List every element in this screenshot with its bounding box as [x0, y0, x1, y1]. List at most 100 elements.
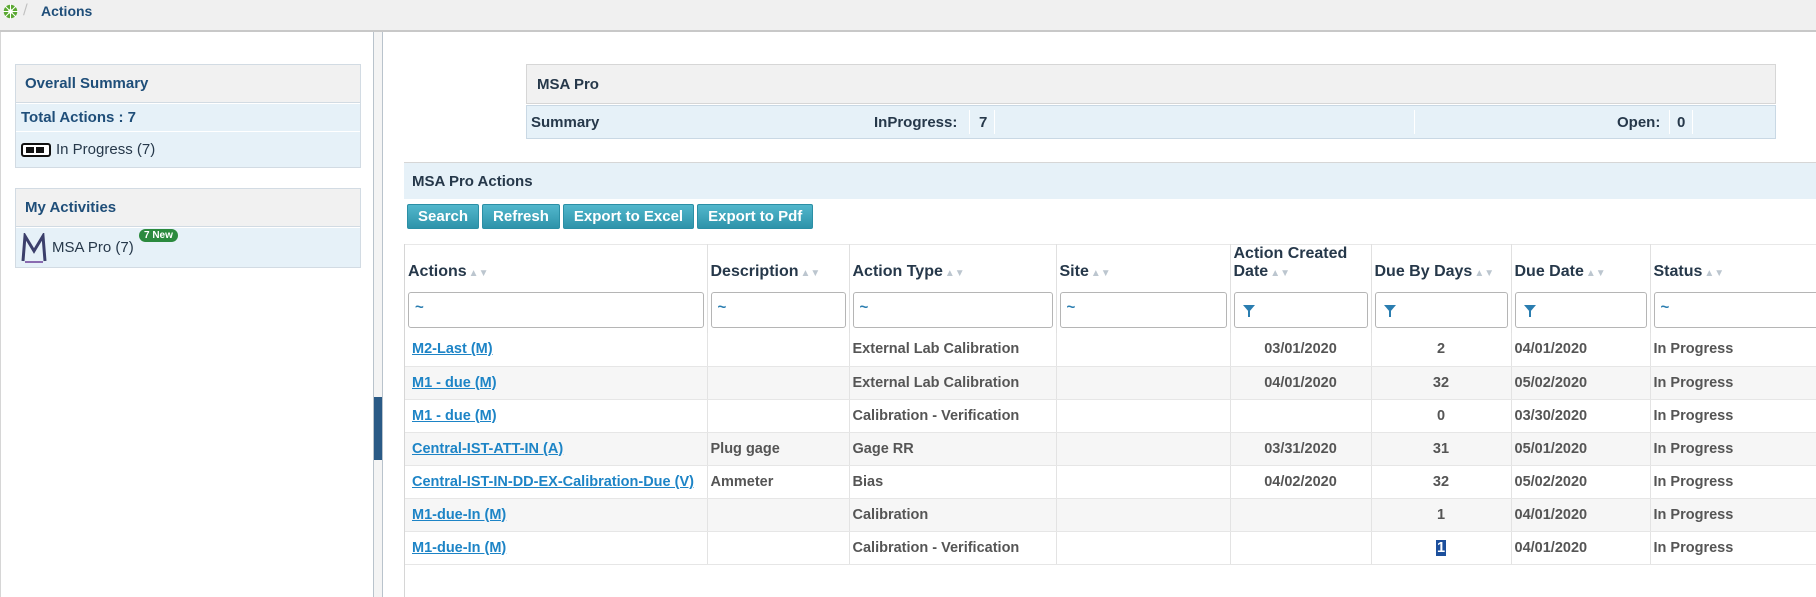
- search-button[interactable]: Search: [407, 204, 480, 229]
- description-cell: Ammeter: [707, 465, 850, 499]
- open-value: 0: [1677, 114, 1686, 131]
- status-cell: In Progress: [1650, 465, 1816, 499]
- sort-icon[interactable]: ▲▼: [1474, 268, 1494, 279]
- col-actions[interactable]: Actions ▲▼: [405, 244, 708, 289]
- splitter-handle[interactable]: [374, 397, 382, 460]
- status-cell: In Progress: [1650, 498, 1816, 532]
- breadcrumb-separator: /: [23, 2, 28, 18]
- due-days-cell: 1: [1371, 498, 1512, 532]
- in-progress-label: In Progress (7): [56, 141, 156, 158]
- action-type-filter-input[interactable]: ~: [852, 292, 1053, 328]
- description-cell: [707, 531, 850, 565]
- action-link[interactable]: Central-IST-IN-DD-EX-Calibration-Due (V): [408, 474, 694, 490]
- sort-icon[interactable]: ▲▼: [1091, 268, 1111, 279]
- col-action-type[interactable]: Action Type ▲▼: [849, 244, 1057, 289]
- site-filter-input[interactable]: ~: [1059, 292, 1227, 328]
- module-title: MSA Pro: [526, 64, 1776, 104]
- action-link[interactable]: M2-Last (M): [408, 341, 493, 357]
- table-row: M1 - due (M) Calibration - Verification …: [405, 399, 1816, 433]
- breadcrumb-current: Actions: [41, 3, 93, 19]
- actions-table: Actions ▲▼ Description ▲▼ Action Type ▲▼ Si…: [405, 244, 1816, 565]
- total-actions: Total Actions : 7: [16, 103, 360, 131]
- overall-summary-box: Overall Summary Total Actions : 7 In Pro…: [15, 64, 361, 168]
- panel-splitter[interactable]: [373, 32, 383, 597]
- filter-icon[interactable]: [1383, 305, 1396, 317]
- due-days-cell: 31: [1371, 432, 1512, 466]
- action-link[interactable]: M1-due-In (M): [408, 507, 506, 523]
- status-cell: In Progress: [1650, 432, 1816, 466]
- description-cell: [707, 333, 850, 367]
- inprogress-value: 7: [979, 114, 988, 131]
- table-row: M2-Last (M) External Lab Calibration 03/…: [405, 333, 1816, 367]
- filter-icon[interactable]: [1242, 305, 1255, 317]
- sort-icon[interactable]: ▲▼: [1270, 268, 1290, 279]
- action-link[interactable]: M1 - due (M): [408, 408, 497, 424]
- actions-grid: Actions ▲▼ Description ▲▼ Action Type ▲▼ Si…: [404, 244, 1816, 597]
- site-cell: [1056, 498, 1231, 532]
- site-cell: [1056, 333, 1231, 367]
- due-days-cell: 0: [1371, 399, 1512, 433]
- col-action-created-date[interactable]: Action Created Date ▲▼: [1230, 244, 1372, 289]
- col-description[interactable]: Description ▲▼: [707, 244, 850, 289]
- due-date-cell: 04/01/2020: [1511, 531, 1651, 565]
- action-type-cell: External Lab Calibration: [849, 366, 1057, 400]
- site-cell: [1056, 531, 1231, 565]
- sort-icon[interactable]: ▲▼: [469, 268, 489, 279]
- sort-icon[interactable]: ▲▼: [1704, 268, 1724, 279]
- due-date-cell: 05/02/2020: [1511, 366, 1651, 400]
- created-date-cell: [1230, 531, 1372, 565]
- due-days-cell: 32: [1371, 366, 1512, 400]
- header-row: Actions ▲▼ Description ▲▼ Action Type ▲▼ Si…: [405, 244, 1816, 289]
- refresh-button[interactable]: Refresh: [482, 204, 560, 229]
- created-date-cell: [1230, 399, 1372, 433]
- export-excel-button[interactable]: Export to Excel: [562, 204, 695, 229]
- col-site[interactable]: Site ▲▼: [1056, 244, 1231, 289]
- filter-icon[interactable]: [1523, 305, 1536, 317]
- due-days-filter[interactable]: [1374, 292, 1508, 328]
- open-label: Open:: [1617, 114, 1661, 131]
- in-progress-link[interactable]: In Progress (7): [16, 131, 360, 167]
- inprogress-label: InProgress:: [874, 114, 958, 131]
- due-date-filter[interactable]: [1514, 292, 1647, 328]
- actions-filter-input[interactable]: ~: [408, 292, 704, 328]
- col-due-by-days[interactable]: Due By Days ▲▼: [1371, 244, 1512, 289]
- due-date-cell: 04/01/2020: [1511, 333, 1651, 367]
- msa-pro-activity[interactable]: MSA Pro (7) 7 New: [16, 227, 360, 267]
- due-days-value-selected[interactable]: 1: [1435, 539, 1447, 556]
- col-due-date[interactable]: Due Date ▲▼: [1511, 244, 1651, 289]
- action-type-cell: Bias: [849, 465, 1057, 499]
- site-cell: [1056, 465, 1231, 499]
- sort-icon[interactable]: ▲▼: [801, 268, 821, 279]
- sort-icon[interactable]: ▲▼: [1586, 268, 1606, 279]
- description-cell: [707, 498, 850, 532]
- due-date-cell: 05/02/2020: [1511, 465, 1651, 499]
- action-type-cell: Calibration - Verification: [849, 399, 1057, 433]
- sort-icon[interactable]: ▲▼: [945, 268, 965, 279]
- action-link[interactable]: Central-IST-ATT-IN (A): [408, 441, 563, 457]
- status-cell: In Progress: [1650, 366, 1816, 400]
- table-row: M1-due-In (M) Calibration 1 04/01/2020 I…: [405, 498, 1816, 532]
- my-activities-box: My Activities MSA Pro (7) 7 New: [15, 188, 361, 268]
- top-bar: / Actions: [0, 0, 1816, 32]
- actions-section-title: MSA Pro Actions: [404, 162, 1816, 199]
- site-cell: [1056, 399, 1231, 433]
- status-filter-input[interactable]: ~: [1653, 292, 1816, 328]
- filter-row: ~ ~ ~ ~ ~: [405, 289, 1816, 333]
- summary-bar: Summary InProgress: 7 Open: 0: [526, 105, 1776, 139]
- export-pdf-button[interactable]: Export to Pdf: [697, 204, 814, 229]
- due-date-cell: 04/01/2020: [1511, 498, 1651, 532]
- description-filter-input[interactable]: ~: [710, 292, 846, 328]
- description-cell: [707, 399, 850, 433]
- table-row: M1 - due (M) External Lab Calibration 04…: [405, 366, 1816, 400]
- due-days-cell: 32: [1371, 465, 1512, 499]
- action-link[interactable]: M1 - due (M): [408, 375, 497, 391]
- home-icon[interactable]: [2, 3, 19, 20]
- status-cell: In Progress: [1650, 399, 1816, 433]
- action-link[interactable]: M1-due-In (M): [408, 540, 506, 556]
- col-status[interactable]: Status ▲▼: [1650, 244, 1816, 289]
- created-date-cell: 04/02/2020: [1230, 465, 1372, 499]
- created-date-filter[interactable]: [1233, 292, 1368, 328]
- status-cell: In Progress: [1650, 333, 1816, 367]
- new-badge: 7 New: [139, 229, 178, 242]
- created-date-cell: 03/31/2020: [1230, 432, 1372, 466]
